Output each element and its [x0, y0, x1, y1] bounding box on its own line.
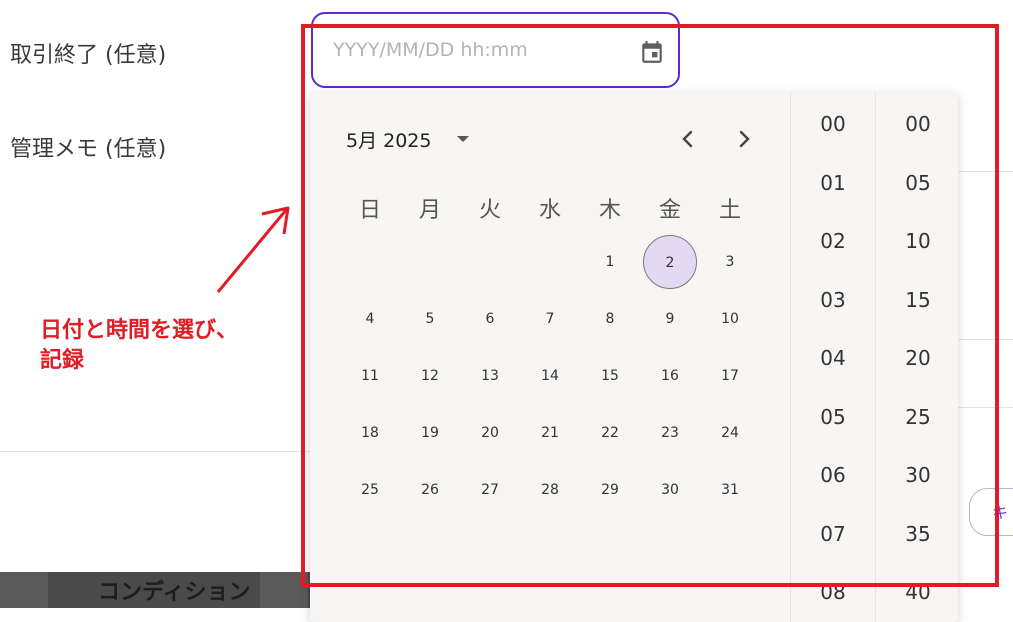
calendar-day[interactable]: 29 [583, 463, 637, 517]
bar-shade [0, 572, 48, 608]
divider [0, 451, 310, 452]
calendar-header: 5月 2025 [310, 92, 790, 184]
calendar-day[interactable]: 15 [583, 349, 637, 403]
calendar-day[interactable]: 18 [343, 406, 397, 460]
end-date-label: 取引終了 (任意) [10, 43, 167, 68]
minute-option[interactable]: 05 [876, 171, 960, 195]
minute-option[interactable]: 35 [876, 522, 960, 546]
chevron-right-icon[interactable] [732, 125, 756, 153]
calendar-day[interactable]: 30 [643, 463, 697, 517]
hour-option[interactable]: 08 [791, 580, 875, 604]
minute-option[interactable]: 00 [876, 112, 960, 136]
annotation-line: 日付と時間を選び、 [40, 318, 239, 343]
calendar-day[interactable]: 27 [463, 463, 517, 517]
date-picker-popup: 5月 2025 日 月 火 水 木 金 土 1 2 3 4 5 6 7 8 9 10 11 12 13 1… [310, 92, 958, 622]
bar-shade [260, 572, 308, 608]
date-time-input[interactable] [331, 38, 625, 62]
calendar-icon[interactable] [639, 38, 665, 66]
weekday-label: 月 [418, 198, 441, 223]
hour-option[interactable]: 03 [791, 288, 875, 312]
calendar-day[interactable]: 17 [703, 349, 757, 403]
hour-option[interactable]: 01 [791, 171, 875, 195]
hour-option[interactable]: 07 [791, 522, 875, 546]
hour-option[interactable]: 06 [791, 463, 875, 487]
calendar-day[interactable]: 6 [463, 292, 517, 346]
date-time-field[interactable] [311, 12, 680, 88]
minute-option[interactable]: 40 [876, 580, 960, 604]
selected-day[interactable]: 2 [643, 235, 697, 289]
calendar-day[interactable]: 10 [703, 292, 757, 346]
calendar-day[interactable]: 25 [343, 463, 397, 517]
calendar-day[interactable]: 22 [583, 406, 637, 460]
weekday-label: 日 [358, 198, 381, 223]
weekday-label: 水 [538, 198, 561, 223]
dropdown-icon[interactable] [455, 134, 471, 144]
condition-label: コンディション [98, 580, 251, 605]
hour-option[interactable]: 02 [791, 229, 875, 253]
calendar-day[interactable]: 14 [523, 349, 577, 403]
memo-label: 管理メモ (任意) [10, 137, 167, 162]
minute-option[interactable]: 30 [876, 463, 960, 487]
calendar-day[interactable]: 7 [523, 292, 577, 346]
minute-option[interactable]: 15 [876, 288, 960, 312]
calendar-day[interactable]: 28 [523, 463, 577, 517]
chevron-left-icon[interactable] [676, 125, 700, 153]
calendar-day[interactable]: 21 [523, 406, 577, 460]
minute-option[interactable]: 10 [876, 229, 960, 253]
partial-button[interactable]: キ [969, 488, 1013, 536]
hour-option[interactable]: 04 [791, 346, 875, 370]
minute-option[interactable]: 20 [876, 346, 960, 370]
calendar-day[interactable]: 5 [403, 292, 457, 346]
calendar-day[interactable]: 20 [463, 406, 517, 460]
calendar-day[interactable]: 9 [643, 292, 697, 346]
divider [958, 171, 1013, 172]
annotation-text: 日付と時間を選び、 記録 [40, 316, 238, 376]
month-year-label[interactable]: 5月 2025 [346, 126, 431, 153]
calendar-day[interactable]: 4 [343, 292, 397, 346]
weekday-label: 土 [718, 198, 741, 223]
calendar-day[interactable]: 24 [703, 406, 757, 460]
hour-option[interactable]: 00 [791, 112, 875, 136]
weekday-label: 木 [598, 198, 621, 223]
calendar-day[interactable]: 31 [703, 463, 757, 517]
annotation-line: 記録 [40, 348, 85, 373]
condition-bar: コンディション [0, 572, 310, 608]
hour-option[interactable]: 05 [791, 405, 875, 429]
calendar-day[interactable]: 11 [343, 349, 397, 403]
weekday-label: 火 [478, 198, 501, 223]
divider [958, 407, 1013, 408]
weekday-label: 金 [658, 198, 681, 223]
calendar-day[interactable]: 26 [403, 463, 457, 517]
calendar-day[interactable]: 23 [643, 406, 697, 460]
calendar-day[interactable]: 3 [703, 235, 757, 289]
arrow-icon [216, 206, 290, 293]
calendar-day[interactable]: 13 [463, 349, 517, 403]
minute-option[interactable]: 25 [876, 405, 960, 429]
calendar-day[interactable]: 8 [583, 292, 637, 346]
calendar-day[interactable]: 16 [643, 349, 697, 403]
calendar-day[interactable]: 19 [403, 406, 457, 460]
divider [958, 339, 1013, 340]
calendar-day[interactable]: 1 [583, 235, 637, 289]
calendar-day[interactable]: 12 [403, 349, 457, 403]
